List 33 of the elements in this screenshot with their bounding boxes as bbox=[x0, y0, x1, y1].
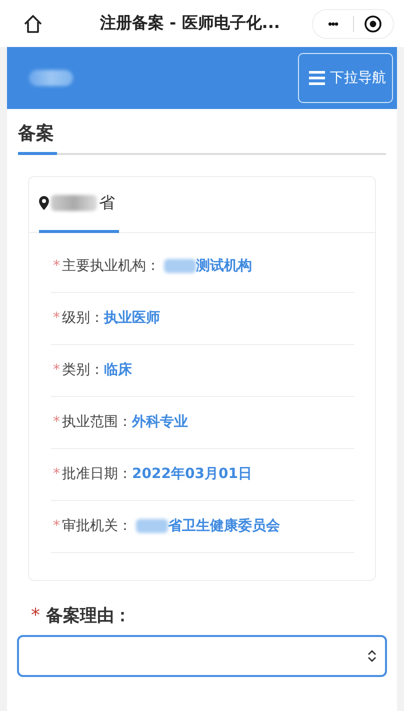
field-value: 2022年03月01日 bbox=[132, 465, 252, 483]
field-label: 批准日期： bbox=[62, 465, 132, 483]
province-tab[interactable]: 省 bbox=[39, 176, 119, 232]
menu-icon bbox=[309, 71, 325, 85]
field-label: 主要执业机构： bbox=[62, 257, 160, 275]
field-label: 审批机关： bbox=[62, 517, 132, 535]
reason-select[interactable] bbox=[17, 634, 387, 676]
field-label: 级别： bbox=[62, 309, 104, 327]
nav-dropdown-button[interactable]: 下拉导航 bbox=[298, 53, 393, 103]
redacted-logo bbox=[29, 70, 73, 86]
reason-label: 备案理由： bbox=[46, 605, 131, 627]
field-value: 执业医师 bbox=[104, 309, 160, 327]
more-button[interactable]: ••• bbox=[313, 16, 352, 30]
required-asterisk: * bbox=[53, 414, 60, 430]
field-label: 类别： bbox=[62, 361, 104, 379]
updown-caret-icon bbox=[367, 648, 377, 662]
window-title: 注册备案 - 医师电子化... bbox=[98, 13, 281, 34]
redacted-block bbox=[164, 259, 196, 273]
field-label: 执业范围： bbox=[62, 413, 132, 431]
field-value: 省卫生健康委员会 bbox=[168, 517, 280, 535]
required-asterisk: * bbox=[53, 466, 60, 482]
field-value: 临床 bbox=[104, 361, 132, 379]
location-pin-icon bbox=[39, 196, 49, 210]
field-value: 测试机构 bbox=[196, 257, 252, 275]
field-value: 外科专业 bbox=[132, 413, 188, 431]
required-asterisk: * bbox=[31, 605, 40, 626]
redacted-block bbox=[136, 519, 168, 533]
required-asterisk: * bbox=[53, 310, 60, 326]
home-icon[interactable] bbox=[22, 12, 44, 34]
section-title: 备案 bbox=[18, 122, 54, 146]
required-asterisk: * bbox=[53, 362, 60, 378]
required-asterisk: * bbox=[53, 518, 60, 534]
required-asterisk: * bbox=[53, 258, 60, 274]
